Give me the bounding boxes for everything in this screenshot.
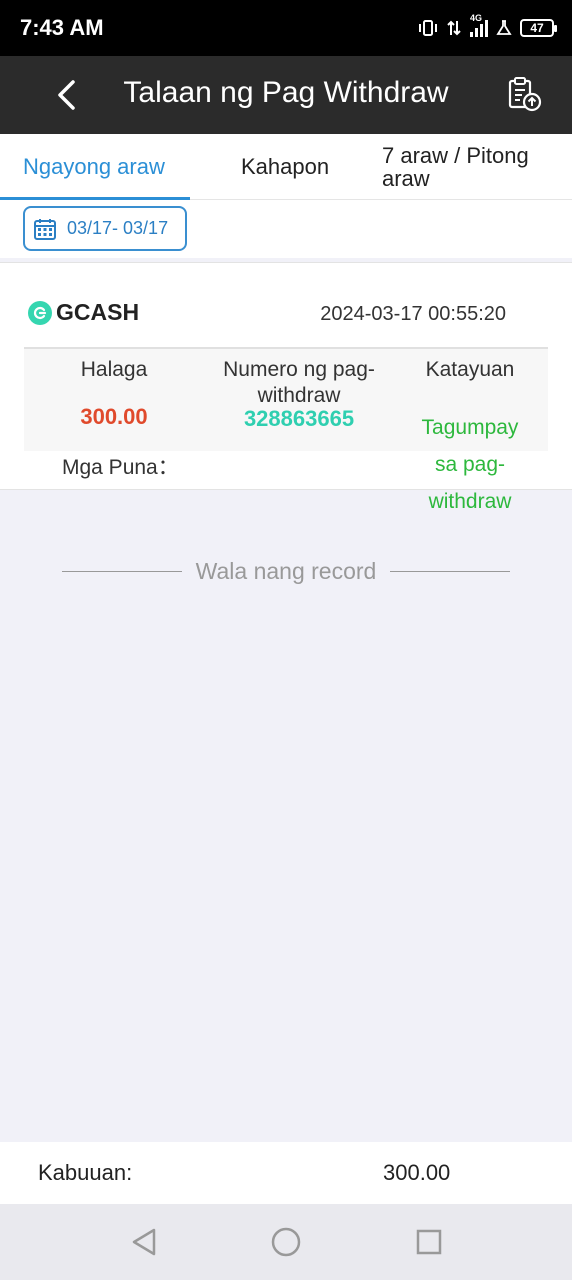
no-more-records-text: Wala nang record (195, 557, 377, 584)
payment-method-name: GCASH (56, 299, 140, 325)
system-nav-bar (0, 1204, 572, 1280)
no-more-records: Wala nang record (62, 556, 510, 586)
signal-icon: 4G (470, 13, 488, 37)
withdraw-number-column: Numero ng pag-withdraw 328863665 (209, 349, 389, 433)
status-time: 7:43 AM (20, 15, 104, 40)
remarks-label: Mga Puna： (62, 456, 179, 479)
app-header: Talaan ng Pag Withdraw (0, 56, 572, 134)
date-range-label: 03/17- 03/17 (67, 218, 169, 238)
status-column: Katayuan (410, 349, 530, 383)
withdraw-number-value: 328863665 (243, 406, 355, 431)
divider-left (62, 570, 182, 572)
amount-column: Halaga 300.00 (54, 349, 174, 431)
tab-seven-days[interactable]: 7 araw / Pitong araw (382, 134, 562, 200)
data-transfer-icon (446, 19, 462, 37)
gcash-logo-icon (28, 300, 52, 325)
page-title: Talaan ng Pag Withdraw (123, 76, 449, 109)
status-label: Katayuan (425, 358, 515, 381)
nav-home-button[interactable] (268, 1224, 304, 1260)
status-icons: 4G 47 (418, 13, 557, 37)
network-type-label: 4G (470, 13, 483, 23)
vibrate-icon (418, 19, 438, 37)
nav-recents-button[interactable] (411, 1224, 447, 1260)
export-button[interactable] (504, 74, 544, 114)
record-datetime: 2024-03-17 00:55:20 (320, 303, 506, 325)
battery-icon: 47 (520, 19, 557, 37)
date-tabs: Ngayong araw Kahapon 7 araw / Pitong ara… (0, 134, 572, 200)
back-triangle-icon (132, 1228, 156, 1256)
date-filter-bar: 03/17- 03/17 (0, 200, 572, 258)
tab-yesterday[interactable]: Kahapon (241, 134, 329, 200)
withdraw-number-label: Numero ng pag-withdraw (223, 358, 375, 407)
clipboard-upload-icon (508, 77, 542, 112)
amount-label: Halaga (80, 358, 148, 381)
flask-icon (496, 19, 512, 37)
total-value: 300.00 (383, 1160, 451, 1185)
divider-right (390, 570, 510, 572)
nav-back-button[interactable] (126, 1224, 162, 1260)
payment-method: GCASH (28, 299, 139, 326)
home-circle-icon (271, 1227, 301, 1257)
calendar-icon (34, 218, 56, 240)
tab-today[interactable]: Ngayong araw (23, 134, 165, 200)
date-range-button[interactable]: 03/17- 03/17 (23, 206, 187, 251)
status-bar: 7:43 AM 4G 47 (0, 0, 572, 56)
recents-square-icon (416, 1229, 442, 1255)
status-value: Tagumpay sa pag-withdraw (421, 416, 519, 513)
amount-value: 300.00 (80, 404, 148, 429)
total-label: Kabuuan: (38, 1160, 133, 1185)
total-bar: Kabuuan: 300.00 (0, 1142, 572, 1204)
